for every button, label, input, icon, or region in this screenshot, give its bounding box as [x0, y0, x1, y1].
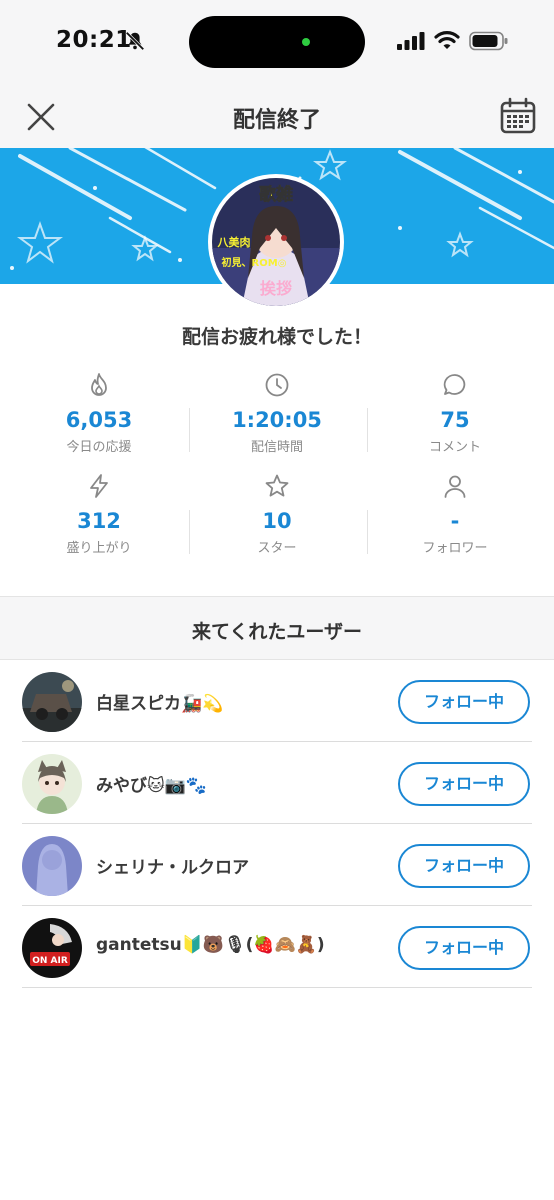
following-button[interactable]: フォロー中	[398, 844, 530, 888]
status-time: 20:21	[56, 27, 132, 53]
following-button[interactable]: フォロー中	[398, 762, 530, 806]
user-row[interactable]: みやび🐱📷🐾 フォロー中	[22, 742, 532, 824]
star-icon	[265, 474, 289, 497]
stat-excitement: 312 盛り上がり	[9, 473, 189, 556]
stat-stars-label: スター	[257, 541, 297, 556]
user-name: 白星スピカ🚂💫	[96, 694, 224, 714]
page-title: 配信終了	[232, 108, 321, 133]
avatar[interactable]	[22, 836, 82, 896]
battery-icon	[469, 31, 508, 51]
avatar-text-4: 挨拶	[260, 279, 292, 298]
stat-followers-value: -	[450, 509, 460, 533]
calendar-icon[interactable]	[498, 96, 538, 136]
stat-stars: 10 スター	[187, 473, 367, 556]
thanks-message: 配信お疲れ様でした！	[181, 326, 372, 348]
bell-slash-icon	[125, 31, 145, 51]
user-name: gantetsu🔰🐻🎙(🍓🙈🧸)	[96, 935, 325, 955]
streamer-avatar: 歌雑 八美肉 初見、ROM◎ 挨拶	[208, 174, 344, 310]
top-navigation-bar: 配信終了	[0, 84, 554, 148]
stat-comments: 75 コメント	[365, 372, 545, 455]
on-air-badge: ON AIR	[32, 956, 68, 966]
avatar-text-2: 八美肉	[217, 235, 251, 249]
stat-duration-label: 配信時間	[250, 440, 303, 455]
dynamic-island	[189, 16, 365, 68]
visitors-section-title: 来てくれたユーザー	[191, 621, 363, 643]
stat-support-value: 6,053	[65, 408, 133, 432]
stat-followers-label: フォロワー	[422, 541, 488, 556]
avatar-text-3: 初見、ROM◎	[222, 256, 287, 269]
signal-icon	[397, 32, 425, 50]
following-button[interactable]: フォロー中	[398, 680, 530, 724]
stat-comments-label: コメント	[428, 440, 481, 455]
user-row[interactable]: シェリナ・ルクロア フォロー中	[22, 824, 532, 906]
avatar-text-1: 歌雑	[259, 184, 293, 205]
user-row[interactable]: ON AIR gantetsu🔰🐻🎙(🍓🙈🧸) フォロー中	[22, 906, 532, 988]
user-name: みやび🐱📷🐾	[96, 776, 208, 796]
stat-support: 6,053 今日の応援	[9, 372, 189, 455]
status-bar: 20:21	[0, 0, 554, 84]
wifi-icon	[434, 31, 460, 49]
stat-duration: 1:20:05 配信時間	[187, 372, 367, 455]
stat-duration-value: 1:20:05	[232, 408, 322, 432]
flame-icon	[91, 373, 107, 396]
stat-excitement-label: 盛り上がり	[66, 541, 132, 556]
avatar[interactable]	[22, 754, 82, 814]
visitors-section-header: 来てくれたユーザー	[0, 596, 554, 660]
stat-followers: - フォロワー	[365, 473, 545, 556]
avatar[interactable]: ON AIR	[22, 918, 82, 978]
comment-icon	[443, 374, 466, 395]
streamer-avatar-image: 歌雑 八美肉 初見、ROM◎ 挨拶	[212, 178, 340, 306]
user-name: シェリナ・ルクロア	[96, 858, 249, 878]
following-button[interactable]: フォロー中	[398, 926, 530, 970]
person-icon	[444, 475, 466, 498]
bolt-icon	[90, 474, 108, 498]
stat-comments-value: 75	[440, 408, 470, 432]
stat-excitement-value: 312	[77, 509, 121, 533]
stat-support-label: 今日の応援	[66, 440, 132, 455]
user-row[interactable]: 白星スピカ🚂💫 フォロー中	[22, 660, 532, 742]
camera-indicator	[302, 38, 310, 46]
stat-stars-value: 10	[262, 509, 292, 533]
avatar[interactable]	[22, 672, 82, 732]
clock-icon	[265, 373, 289, 397]
